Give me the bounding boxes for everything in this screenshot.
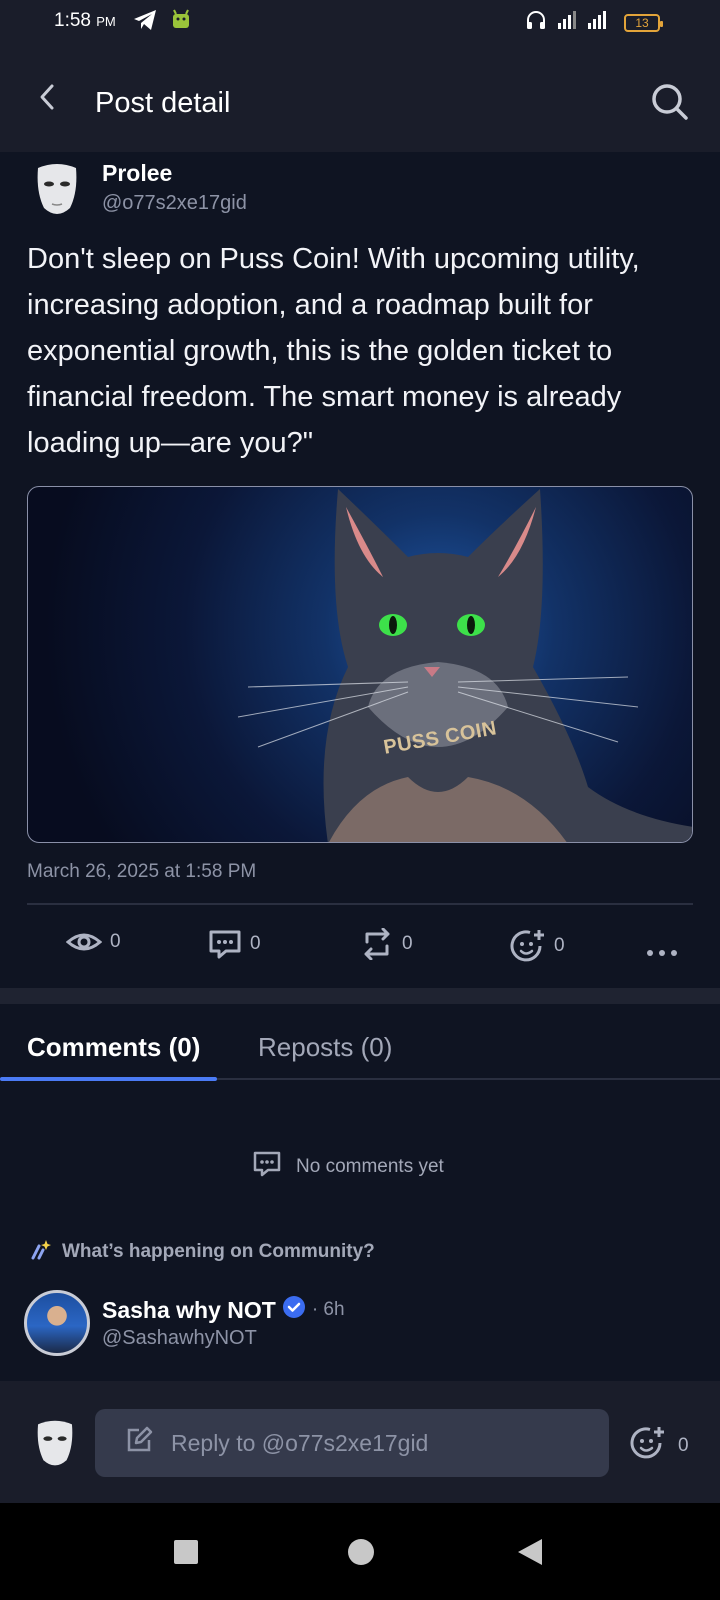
verified-badge-icon — [282, 1295, 306, 1325]
status-time-ampm: PM — [96, 14, 116, 29]
eye-icon — [66, 928, 102, 956]
comments-count: 0 — [250, 933, 261, 954]
community-author-name: Sasha why NOT — [102, 1296, 276, 1323]
signal-icon — [558, 9, 614, 36]
tab-reposts[interactable]: Reposts (0) — [258, 1032, 392, 1063]
repost-action[interactable]: 0 — [360, 928, 413, 960]
reactions-count: 0 — [554, 935, 565, 956]
empty-comments-text: No comments yet — [296, 1156, 444, 1177]
post-timestamp: March 26, 2025 at 1:58 PM — [27, 861, 257, 882]
search-icon[interactable] — [650, 82, 690, 122]
status-time-value: 1:58 — [54, 10, 91, 31]
home-button[interactable] — [348, 1539, 374, 1565]
status-left-icons — [132, 8, 192, 37]
comment-icon — [252, 1150, 282, 1184]
active-tab-indicator — [0, 1077, 217, 1081]
section-divider — [0, 988, 720, 1004]
reply-reaction-count: 0 — [678, 1435, 689, 1456]
battery-icon: 13 — [624, 13, 663, 32]
empty-comments: No comments yet — [252, 1150, 444, 1184]
top-app-bar: Post detail — [0, 42, 720, 152]
edit-icon — [125, 1426, 153, 1460]
system-back-button[interactable] — [518, 1539, 542, 1565]
community-post-author[interactable]: Sasha why NOT · 6h — [102, 1295, 345, 1325]
reposts-count: 0 — [402, 933, 413, 954]
status-right-icons: 13 — [524, 8, 663, 37]
avatar[interactable] — [34, 162, 80, 218]
views-action[interactable]: 0 — [66, 928, 121, 956]
reaction-action[interactable]: 0 — [510, 928, 565, 964]
community-author-handle[interactable]: @SashawhyNOT — [102, 1327, 257, 1350]
headphones-icon — [524, 8, 548, 37]
post-text: Don't sleep on Puss Coin! With upcoming … — [27, 243, 640, 459]
system-nav-bar — [0, 1503, 720, 1600]
cat-illustration — [237, 489, 692, 842]
status-time: 1:58 PM — [54, 10, 116, 32]
views-count: 0 — [110, 931, 121, 952]
telegram-icon — [132, 8, 158, 37]
sparkle-icon — [30, 1238, 52, 1266]
community-heading: What’s happening on Community? — [30, 1238, 375, 1266]
android-icon — [170, 8, 192, 37]
avatar[interactable] — [24, 1290, 90, 1356]
more-options-icon[interactable] — [646, 944, 678, 956]
add-reaction-icon — [510, 928, 546, 964]
back-arrow-icon[interactable] — [36, 82, 60, 112]
recents-button[interactable] — [174, 1540, 198, 1564]
reply-placeholder: Reply to @o77s2xe17gid — [171, 1429, 429, 1456]
reply-bar: Reply to @o77s2xe17gid 0 — [0, 1381, 720, 1503]
comment-icon — [208, 928, 242, 960]
avatar — [34, 1419, 76, 1469]
community-heading-text: What’s happening on Community? — [62, 1241, 375, 1262]
post-actions: 0 0 0 0 — [0, 912, 720, 972]
post-image[interactable]: PUSS COIN — [27, 486, 693, 843]
reply-reaction-button[interactable]: 0 — [630, 1425, 689, 1467]
community-post-time: · 6h — [311, 1299, 345, 1320]
status-bar: 1:58 PM 13 — [0, 0, 720, 42]
reply-input[interactable]: Reply to @o77s2xe17gid — [95, 1409, 609, 1477]
page-title: Post detail — [95, 87, 231, 119]
comment-action[interactable]: 0 — [208, 928, 261, 960]
add-reaction-icon — [630, 1425, 666, 1467]
author-name[interactable]: Prolee — [102, 160, 172, 187]
author-handle[interactable]: @o77s2xe17gid — [102, 192, 247, 215]
tab-comments[interactable]: Comments (0) — [27, 1032, 200, 1063]
tab-bar: Comments (0) Reposts (0) — [0, 1004, 720, 1081]
divider — [27, 903, 693, 905]
repost-icon — [360, 928, 394, 960]
post-detail: Prolee @o77s2xe17gid Don't sleep on Puss… — [0, 152, 720, 988]
